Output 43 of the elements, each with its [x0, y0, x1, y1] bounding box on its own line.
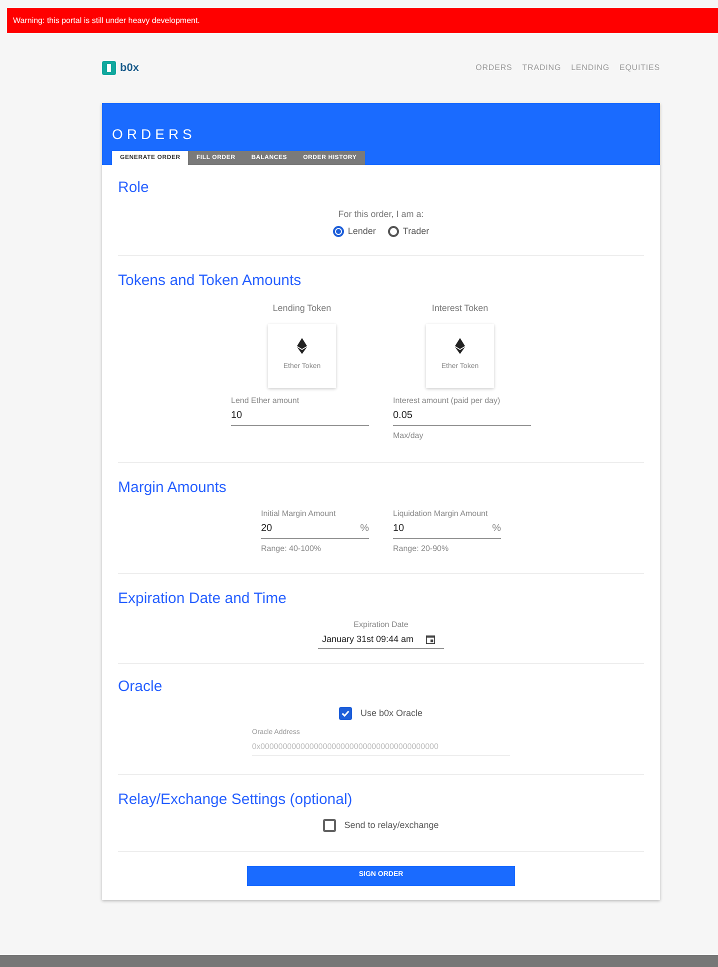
unit-label: % [492, 522, 501, 536]
date-field[interactable]: January 31st 09:44 am [318, 630, 444, 649]
section-heading: Margin Amounts [118, 478, 228, 498]
checkbox-label: Use b0x Oracle [360, 706, 423, 720]
input-field[interactable]: 10 [231, 406, 369, 426]
input-field[interactable]: 10 % [393, 519, 501, 539]
checkbox[interactable] [323, 819, 336, 832]
field-label: Liquidation Margin Amount [393, 509, 489, 519]
section-heading: Oracle [118, 677, 164, 697]
nav-link[interactable]: TRADING [522, 62, 562, 74]
helper-text: Range: 40-100% [261, 543, 322, 555]
diamond-icon [455, 338, 465, 354]
prompt-text: For this order, I am a: [337, 208, 425, 220]
picker-label: Interest Token [432, 302, 488, 315]
warning-banner: Warning: this portal is still under heavy development. [7, 8, 718, 33]
nav-link[interactable]: ORDERS [476, 62, 512, 74]
field-label: Initial Margin Amount [261, 509, 337, 519]
input-field[interactable]: 20 % [261, 519, 369, 539]
helper-text: Max/day [393, 430, 424, 442]
section-heading: Role [118, 178, 150, 198]
radio-button[interactable] [388, 226, 399, 238]
checkbox[interactable] [339, 706, 352, 720]
nav-link[interactable]: EQUITIES [619, 62, 660, 74]
radio-label: Lender [348, 225, 376, 238]
nav-link[interactable]: LENDING [571, 62, 610, 74]
section-heading: Expiration Date and Time [118, 589, 288, 609]
field-label: Expiration Date [354, 618, 408, 630]
card-title: ORDERS [112, 125, 197, 144]
field-label: Interest amount (paid per day) [393, 396, 502, 406]
diamond-icon [297, 338, 307, 354]
field-label: Lend Ether amount [231, 396, 300, 406]
unit-label: % [360, 522, 369, 536]
section-heading: Relay/Exchange Settings (optional) [118, 790, 354, 810]
radio-button[interactable] [332, 226, 344, 238]
helper-text: Range: 20-90% [393, 543, 450, 555]
radio-label: Trader [402, 225, 430, 238]
picker-label: Lending Token [272, 302, 332, 315]
calendar-icon [426, 634, 435, 644]
logo-text: b0x [120, 60, 139, 76]
logo-icon [102, 61, 116, 75]
section-heading: Tokens and Token Amounts [118, 270, 302, 290]
input-field[interactable]: 0.05 [393, 406, 531, 426]
checkbox-label: Send to relay/exchange [344, 819, 439, 832]
